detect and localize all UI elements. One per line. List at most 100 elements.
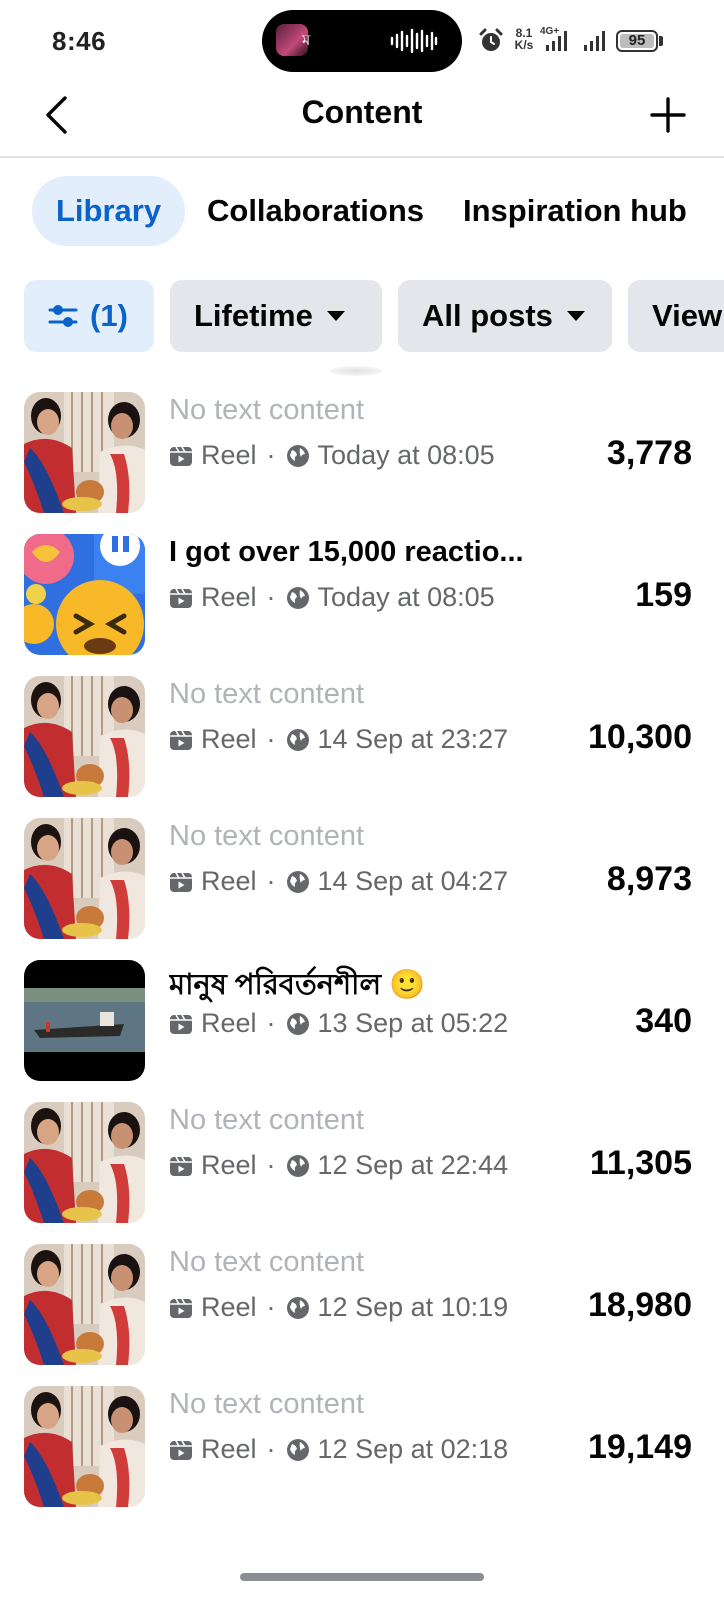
time-range-label: Lifetime bbox=[194, 298, 313, 333]
post-thumbnail bbox=[24, 392, 145, 513]
post-row[interactable]: I got over 15,000 reactio... Reel · Today a… bbox=[0, 532, 724, 655]
home-indicator[interactable] bbox=[240, 1573, 484, 1581]
post-meta: Reel · 12 Sep at 10:19 bbox=[169, 1292, 508, 1323]
separator: · bbox=[266, 582, 276, 612]
post-row[interactable]: No text content Reel · 14 Sep at 23:27 10,30… bbox=[0, 674, 724, 797]
post-views: 3,778 bbox=[606, 434, 692, 472]
battery-icon: 95 bbox=[616, 30, 658, 52]
post-type: Reel bbox=[201, 866, 257, 896]
reel-icon bbox=[170, 1298, 192, 1318]
post-title: মানুষ পরিবর্তনশীল 🙂 bbox=[169, 969, 426, 1001]
time-range-dropdown[interactable]: Lifetime bbox=[170, 280, 382, 352]
post-views: 159 bbox=[635, 576, 692, 614]
post-type-dropdown[interactable]: All posts bbox=[398, 280, 612, 352]
post-title: No text content bbox=[169, 820, 365, 852]
post-date: Today at 08:05 bbox=[317, 440, 495, 470]
reel-icon bbox=[170, 1014, 192, 1034]
network-speed-unit: K/s bbox=[514, 38, 534, 52]
caret-down-icon bbox=[566, 311, 585, 321]
post-type: Reel bbox=[201, 1434, 257, 1464]
reel-icon bbox=[170, 872, 192, 892]
sliders-icon bbox=[48, 305, 78, 327]
alarm-icon bbox=[479, 28, 503, 51]
post-title: No text content bbox=[169, 1246, 365, 1278]
post-date: 12 Sep at 10:19 bbox=[317, 1292, 509, 1322]
post-title: No text content bbox=[169, 394, 365, 426]
post-date: 14 Sep at 23:27 bbox=[317, 724, 509, 754]
post-views: 8,973 bbox=[606, 860, 692, 898]
sort-label: View bbox=[652, 298, 723, 333]
filter-count: (1) bbox=[90, 298, 128, 333]
globe-icon bbox=[286, 1154, 309, 1177]
post-views: 340 bbox=[635, 1002, 692, 1040]
separator: · bbox=[266, 1150, 276, 1180]
page-title: Content bbox=[301, 94, 423, 130]
filter-bar: (1) Lifetime All posts View bbox=[24, 280, 724, 352]
post-views: 11,305 bbox=[589, 1144, 692, 1182]
tab-inspiration-hub[interactable]: Inspiration hub bbox=[463, 176, 687, 246]
create-button[interactable] bbox=[648, 92, 688, 138]
scroll-indicator bbox=[330, 366, 382, 376]
separator: · bbox=[266, 440, 276, 470]
post-title: No text content bbox=[169, 678, 365, 710]
post-type: Reel bbox=[201, 582, 257, 612]
app-header: Content bbox=[0, 80, 724, 158]
post-date: 13 Sep at 05:22 bbox=[317, 1008, 509, 1038]
post-date: Today at 08:05 bbox=[317, 582, 495, 612]
globe-icon bbox=[286, 870, 309, 893]
post-views: 18,980 bbox=[588, 1286, 692, 1324]
tab-library[interactable]: Library bbox=[32, 176, 186, 246]
globe-icon bbox=[286, 728, 309, 751]
post-meta: Reel · 12 Sep at 22:44 bbox=[169, 1150, 508, 1181]
separator: · bbox=[266, 866, 276, 896]
post-row[interactable]: No text content Reel · 12 Sep at 22:44 11,30… bbox=[0, 1100, 724, 1223]
post-type: Reel bbox=[201, 1150, 257, 1180]
post-thumbnail bbox=[24, 1244, 145, 1365]
network-speed: 8.1 K/s bbox=[511, 27, 537, 51]
audio-wave-icon bbox=[390, 28, 438, 54]
content-tabs: Library Collaborations Inspiration hub bbox=[32, 176, 724, 246]
reel-icon bbox=[170, 1440, 192, 1460]
post-date: 12 Sep at 22:44 bbox=[317, 1150, 509, 1180]
post-row[interactable]: No text content Reel · Today at 08:05 3,778 bbox=[0, 390, 724, 513]
tab-collaborations[interactable]: Collaborations bbox=[207, 176, 424, 246]
separator: · bbox=[266, 724, 276, 754]
post-type: Reel bbox=[201, 1008, 257, 1038]
sort-dropdown[interactable]: View bbox=[628, 280, 724, 352]
globe-icon bbox=[286, 1438, 309, 1461]
post-type: Reel bbox=[201, 440, 257, 470]
plus-icon bbox=[650, 97, 686, 133]
status-time: 8:46 bbox=[52, 26, 107, 56]
post-type-label: All posts bbox=[422, 298, 553, 333]
filter-button[interactable]: (1) bbox=[24, 280, 154, 352]
post-thumbnail bbox=[24, 818, 145, 939]
globe-icon bbox=[286, 586, 309, 609]
globe-icon bbox=[286, 1296, 309, 1319]
post-views: 10,300 bbox=[588, 718, 692, 756]
dynamic-island[interactable]: ম bbox=[262, 10, 462, 72]
reel-icon bbox=[170, 730, 192, 750]
post-thumbnail bbox=[24, 1102, 145, 1223]
post-row[interactable]: No text content Reel · 14 Sep at 04:27 8,973 bbox=[0, 816, 724, 939]
battery-level: 95 bbox=[628, 32, 646, 49]
post-meta: Reel · 14 Sep at 23:27 bbox=[169, 724, 508, 755]
signal-icon-secondary bbox=[584, 31, 605, 51]
globe-icon bbox=[286, 1012, 309, 1035]
post-title: No text content bbox=[169, 1104, 365, 1136]
post-type: Reel bbox=[201, 1292, 257, 1322]
reel-icon bbox=[170, 1156, 192, 1176]
post-meta: Reel · Today at 08:05 bbox=[169, 582, 495, 613]
post-title: I got over 15,000 reactio... bbox=[169, 536, 524, 568]
separator: · bbox=[266, 1292, 276, 1322]
post-row[interactable]: No text content Reel · 12 Sep at 10:19 18,98… bbox=[0, 1242, 724, 1365]
post-thumbnail bbox=[24, 676, 145, 797]
post-thumbnail bbox=[24, 1386, 145, 1507]
post-date: 14 Sep at 04:27 bbox=[317, 866, 509, 896]
post-row[interactable]: No text content Reel · 12 Sep at 02:18 19,14… bbox=[0, 1384, 724, 1507]
media-thumbnail-letter: ম bbox=[302, 31, 311, 49]
post-type: Reel bbox=[201, 724, 257, 754]
post-meta: Reel · Today at 08:05 bbox=[169, 440, 495, 471]
post-title: No text content bbox=[169, 1388, 365, 1420]
status-bar: 8:46 ম 8.1 K/s 4G+ 95 bbox=[0, 0, 724, 80]
post-row[interactable]: মানুষ পরিবর্তনশীল 🙂 Reel · 13 Sep at 05:22 3… bbox=[0, 958, 724, 1081]
